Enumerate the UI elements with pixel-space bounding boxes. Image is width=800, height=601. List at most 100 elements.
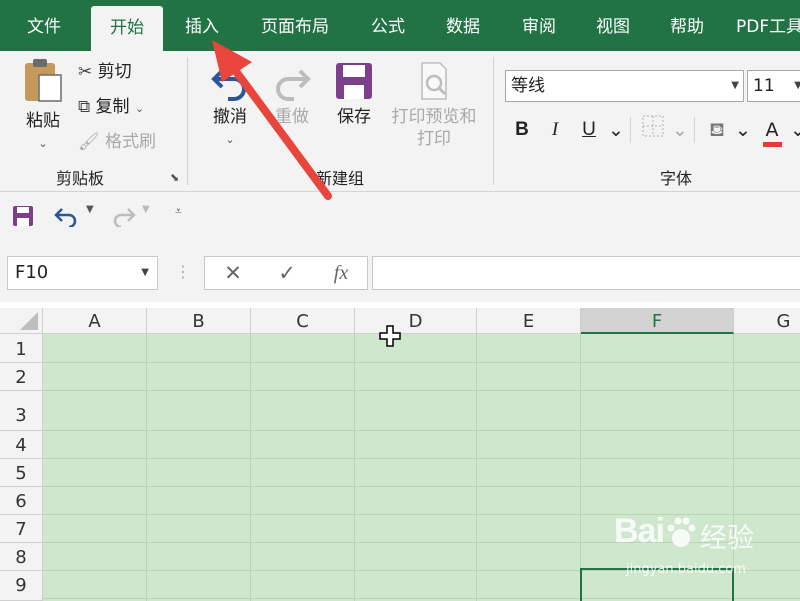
tab-formulas[interactable]: 公式 [360, 0, 416, 51]
paste-icon [25, 59, 62, 102]
ribbon-home: 粘贴 ⌄ ✂ 剪切 ⧉ 复制 ⌄ 🖌 格式刷 剪贴板 ⬊ 撤消 ⌄ 重做 保存 … [0, 51, 800, 192]
borders-dropdown-icon[interactable]: ⌄ [672, 115, 688, 145]
tab-pdf-tools[interactable]: PDF工具 [736, 0, 800, 51]
baidu-watermark: Bai 经验 jingyan.baidu.com [612, 512, 792, 582]
print-preview-label-line1: 打印预览和 [391, 107, 477, 127]
column-header-g[interactable]: G [734, 308, 800, 334]
customize-qat-icon[interactable]: ⩡ [175, 204, 182, 219]
paste-label: 粘贴 [26, 111, 60, 131]
cross-cursor-icon [379, 325, 401, 347]
undo-dropdown-icon[interactable]: ▼ [86, 204, 94, 215]
fill-color-dropdown-icon[interactable]: ⌄ [735, 115, 751, 145]
format-painter-button[interactable]: 🖌 格式刷 [78, 129, 156, 155]
row-header-7[interactable]: 7 [0, 515, 43, 543]
font-color-dropdown-icon[interactable]: ⌄ [790, 115, 800, 145]
clipboard-launcher-icon[interactable]: ⬊ [170, 171, 179, 184]
paste-dropdown-icon[interactable]: ⌄ [38, 137, 47, 150]
gridline [43, 458, 800, 459]
gridline [43, 390, 800, 391]
row-header-1[interactable]: 1 [0, 334, 43, 363]
tab-file[interactable]: 文件 [12, 0, 76, 51]
copy-dropdown-icon[interactable]: ⌄ [135, 102, 144, 115]
save-icon [336, 63, 372, 99]
splitter-dots-icon[interactable]: ⋮ [175, 262, 191, 281]
separator [187, 57, 188, 185]
gridline [43, 362, 800, 363]
formula-input[interactable] [372, 256, 800, 290]
paint-bucket-icon: ⛾ [709, 119, 725, 141]
redo-dropdown-icon[interactable]: ▼ [142, 204, 150, 215]
enter-icon[interactable]: ✓ [267, 257, 307, 289]
save-icon[interactable] [12, 205, 34, 227]
gridline [146, 334, 147, 601]
row-header-3[interactable]: 3 [0, 391, 43, 431]
font-size-box[interactable]: 11 ▼ [747, 70, 800, 102]
font-color-button[interactable]: A [758, 115, 786, 147]
row-header-2[interactable]: 2 [0, 363, 43, 391]
select-all-corner[interactable] [0, 308, 43, 334]
tab-home[interactable]: 开始 [91, 6, 163, 51]
quick-access-toolbar: ▼ ▼ ⩡ [0, 192, 800, 240]
undo-icon [211, 69, 246, 101]
column-header-e[interactable]: E [477, 308, 581, 334]
brush-icon: 🖌 [78, 132, 100, 152]
font-group-label: 字体 [659, 169, 692, 188]
name-box-value: F10 [15, 262, 49, 283]
tab-help[interactable]: 帮助 [658, 0, 716, 51]
ribbon-tab-bar: 文件 开始 插入 页面布局 公式 数据 审阅 视图 帮助 PDF工具 [0, 0, 800, 51]
borders-button[interactable] [640, 115, 666, 145]
bold-button[interactable]: B [509, 115, 535, 145]
gridline [43, 430, 800, 431]
cancel-icon[interactable]: ✕ [213, 257, 253, 289]
row-header-8[interactable]: 8 [0, 543, 43, 571]
undo-icon[interactable] [54, 205, 80, 227]
italic-button[interactable]: I [542, 115, 568, 145]
column-header-c[interactable]: C [251, 308, 355, 334]
save-button[interactable]: 保存 [326, 61, 382, 128]
borders-icon [642, 115, 664, 137]
gridline [43, 486, 800, 487]
font-name-box[interactable]: 等线 ▼ [505, 70, 744, 102]
redo-icon [276, 69, 311, 101]
insert-function-button[interactable]: fx [321, 257, 361, 289]
chevron-down-icon[interactable]: ▼ [731, 71, 739, 101]
cut-button[interactable]: ✂ 剪切 [78, 59, 132, 85]
redo-icon[interactable] [110, 205, 136, 227]
chevron-down-icon[interactable]: ▼ [141, 257, 149, 289]
column-header-a[interactable]: A [43, 308, 147, 334]
underline-button[interactable]: U [576, 115, 602, 145]
tab-insert[interactable]: 插入 [172, 0, 232, 51]
row-header-5[interactable]: 5 [0, 459, 43, 487]
fill-color-button[interactable]: ⛾ [704, 115, 730, 145]
tab-data[interactable]: 数据 [434, 0, 492, 51]
scissors-icon: ✂ [78, 62, 93, 82]
undo-label: 撤消 [213, 107, 247, 127]
redo-button[interactable]: 重做 [264, 61, 320, 128]
chevron-down-icon[interactable]: ▼ [794, 71, 800, 101]
paste-button[interactable]: 粘贴 ⌄ [14, 57, 72, 157]
separator [694, 117, 695, 143]
print-preview-button[interactable]: 打印预览和 打印 [386, 61, 482, 150]
paw-logo-icon [667, 517, 696, 547]
undo-dropdown-icon[interactable]: ⌄ [225, 133, 234, 146]
tab-page-layout[interactable]: 页面布局 [250, 0, 340, 51]
print-preview-label-line2: 打印 [417, 129, 451, 149]
gridline [354, 334, 355, 601]
name-box[interactable]: F10 ▼ [7, 256, 158, 290]
tab-review[interactable]: 审阅 [510, 0, 568, 51]
column-header-f[interactable]: F [581, 308, 734, 334]
new-group-label: 新建组 [315, 169, 364, 188]
format-painter-label: 格式刷 [105, 132, 156, 152]
row-header-9[interactable]: 9 [0, 571, 43, 601]
row-header-4[interactable]: 4 [0, 431, 43, 459]
copy-button[interactable]: ⧉ 复制 ⌄ [78, 94, 144, 120]
redo-label: 重做 [275, 107, 309, 127]
print-preview-icon [421, 62, 447, 100]
column-header-d[interactable]: D [355, 308, 477, 334]
undo-button[interactable]: 撤消 ⌄ [202, 61, 258, 148]
row-header-6[interactable]: 6 [0, 487, 43, 515]
column-header-b[interactable]: B [147, 308, 251, 334]
copy-icon: ⧉ [78, 97, 91, 117]
tab-view[interactable]: 视图 [584, 0, 642, 51]
underline-dropdown-icon[interactable]: ⌄ [608, 115, 624, 145]
